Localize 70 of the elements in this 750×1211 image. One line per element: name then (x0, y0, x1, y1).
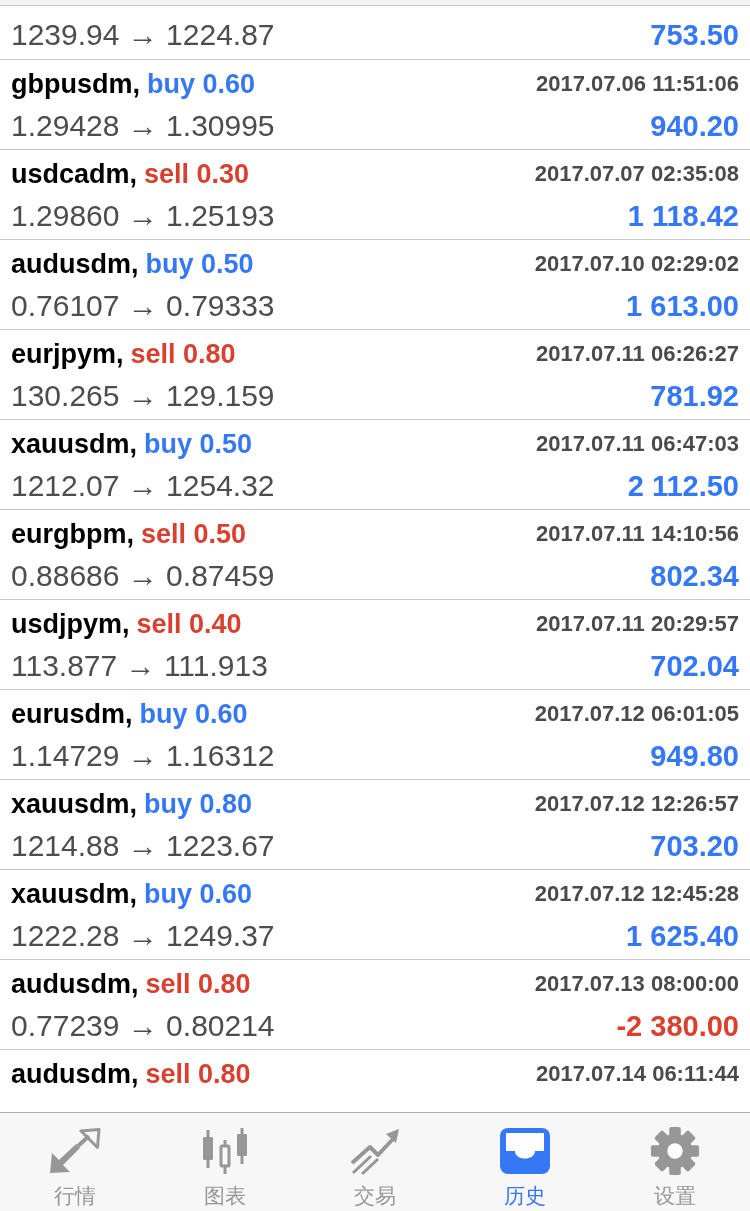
order-label: buy 0.60 (144, 880, 253, 908)
price-range: 130.265 → 129.159 (11, 381, 275, 411)
close-time: 2017.07.11 20:29:57 (535, 613, 739, 635)
tab-bar-item[interactable]: 行情 (0, 1113, 150, 1211)
inbox-tray-icon (500, 1128, 550, 1174)
order-label: sell 0.40 (136, 610, 242, 638)
price-range: 1239.94 → 1224.87 (11, 20, 275, 50)
price-range: 1222.28 → 1249.37 (11, 921, 275, 951)
order-label: sell 0.80 (130, 340, 236, 368)
close-time: 2017.07.10 02:29:02 (534, 253, 739, 275)
profit-amount: 1 118.42 (627, 201, 739, 231)
close-time: 2017.07.12 12:45:28 (534, 883, 739, 905)
profit-amount: 949.80 (650, 741, 739, 771)
profit-amount: -2 380.00 (616, 1011, 739, 1041)
close-time: 2017.07.11 06:47:03 (535, 433, 739, 455)
settings-icon (650, 1126, 700, 1176)
close-time: 2017.07.13 08:00:00 (534, 973, 739, 995)
price-range: 0.88686 → 0.87459 (11, 561, 275, 591)
symbol-label: audusdm, (11, 970, 139, 998)
symbol-label: xauusdm, (11, 430, 138, 458)
profit-amount: 703.20 (650, 831, 739, 861)
symbol-label: usdjpym, (11, 610, 130, 638)
close-time: 2017.07.12 06:01:05 (534, 703, 739, 725)
price-range: 0.77239 → 0.80214 (11, 1011, 275, 1041)
price-range: 1212.07 → 1254.32 (11, 471, 275, 501)
tab-bar-item[interactable]: 历史 (450, 1113, 600, 1211)
symbol-label: xauusdm, (11, 880, 138, 908)
profit-amount: 1 613.00 (626, 291, 739, 321)
price-range: 113.877 → 111.913 (11, 651, 268, 681)
order-label: buy 0.50 (145, 250, 254, 278)
order-label: buy 0.60 (147, 70, 256, 98)
order-label: sell 0.80 (145, 970, 251, 998)
profit-amount: 781.92 (650, 381, 739, 411)
profit-amount: 702.04 (650, 651, 739, 681)
close-time: 2017.07.07 02:35:08 (534, 163, 739, 185)
rising-trend-icon (349, 1127, 401, 1175)
profit-amount: 1 625.40 (626, 921, 739, 951)
close-time: 2017.07.11 06:26:27 (535, 343, 739, 365)
price-range: 1.14729 → 1.16312 (11, 741, 275, 771)
diagonal-arrows-icon (49, 1128, 101, 1174)
profit-amount: 802.34 (650, 561, 739, 591)
symbol-label: eurusdm, (11, 700, 133, 728)
order-label: buy 0.60 (139, 700, 248, 728)
close-time: 2017.07.11 14:10:56 (535, 523, 739, 545)
profit-amount: 2 112.50 (627, 471, 739, 501)
price-range: 0.76107 → 0.79333 (11, 291, 275, 321)
order-label: sell 0.80 (145, 1060, 251, 1088)
symbol-label: audusdm, (11, 1060, 139, 1088)
order-label: buy 0.50 (144, 430, 253, 458)
symbol-label: audusdm, (11, 250, 139, 278)
symbol-label: xauusdm, (11, 790, 138, 818)
order-label: sell 0.30 (144, 160, 250, 188)
price-range: 1214.88 → 1223.67 (11, 831, 275, 861)
symbol-label: usdcadm, (11, 160, 138, 188)
candlestick-icon (200, 1128, 250, 1174)
close-time: 2017.07.06 11:51:06 (535, 73, 739, 95)
price-range: 1.29860 → 1.25193 (11, 201, 275, 231)
close-time: 2017.07.12 12:26:57 (534, 793, 739, 815)
symbol-label: eurgbpm, (11, 520, 134, 548)
profit-amount: 940.20 (650, 111, 739, 141)
symbol-label: gbpusdm, (11, 70, 140, 98)
order-label: sell 0.50 (141, 520, 247, 548)
price-range: 1.29428 → 1.30995 (11, 111, 275, 141)
order-label: buy 0.80 (144, 790, 253, 818)
tab-bar-item[interactable]: 交易 (300, 1113, 450, 1211)
symbol-label: eurjpym, (11, 340, 124, 368)
profit-amount: 753.50 (650, 20, 739, 50)
tab-bar-item[interactable]: 图表 (150, 1113, 300, 1211)
tab-bar-item[interactable]: 设置 (600, 1113, 750, 1211)
close-time: 2017.07.14 06:11:44 (535, 1063, 739, 1085)
